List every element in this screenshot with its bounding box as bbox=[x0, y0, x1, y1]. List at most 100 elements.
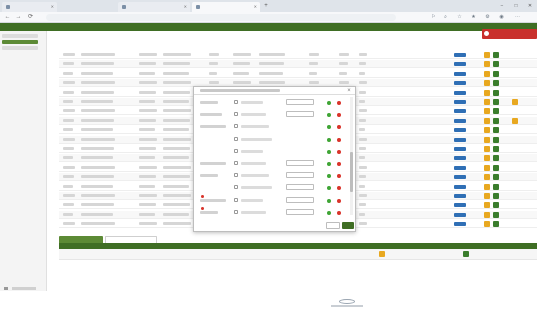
reject-icon[interactable] bbox=[337, 162, 341, 166]
close-icon[interactable]: ✕ bbox=[254, 2, 257, 12]
view-button[interactable] bbox=[493, 108, 499, 115]
edit-button[interactable] bbox=[484, 146, 490, 152]
modal-row-input[interactable] bbox=[286, 111, 314, 118]
row-checkbox[interactable] bbox=[234, 148, 238, 153]
view-button[interactable] bbox=[493, 193, 499, 199]
approve-icon[interactable] bbox=[327, 149, 331, 154]
table-row[interactable] bbox=[59, 51, 537, 59]
reject-icon[interactable] bbox=[337, 137, 341, 142]
close-window-button[interactable]: ✕ bbox=[523, 1, 537, 11]
tab-active[interactable] bbox=[59, 236, 103, 243]
row-checkbox[interactable] bbox=[234, 112, 238, 117]
edit-button[interactable] bbox=[484, 80, 490, 87]
sidebar-item[interactable] bbox=[2, 34, 38, 38]
edit-button[interactable] bbox=[484, 155, 490, 162]
menu-icon[interactable]: ⋯ bbox=[514, 14, 521, 21]
reject-icon[interactable] bbox=[337, 101, 341, 105]
row-checkbox[interactable] bbox=[234, 161, 238, 165]
row-checkbox[interactable] bbox=[234, 136, 238, 141]
reject-icon[interactable] bbox=[337, 149, 341, 154]
view-button[interactable] bbox=[493, 211, 499, 218]
view-button[interactable] bbox=[493, 80, 499, 87]
approve-icon[interactable] bbox=[327, 113, 331, 118]
new-tab-button[interactable]: + bbox=[262, 2, 270, 10]
edit-button[interactable] bbox=[484, 183, 490, 190]
edit-button[interactable] bbox=[379, 251, 385, 257]
approve-icon[interactable] bbox=[327, 210, 331, 215]
view-button[interactable] bbox=[493, 183, 499, 190]
maximize-button[interactable]: □ bbox=[509, 1, 523, 11]
view-button[interactable] bbox=[493, 70, 499, 77]
modal-row-input[interactable] bbox=[286, 208, 314, 215]
row-checkbox[interactable] bbox=[234, 124, 238, 129]
sidebar-item[interactable] bbox=[2, 46, 38, 50]
edit-button[interactable] bbox=[484, 99, 490, 105]
view-button[interactable] bbox=[493, 155, 499, 162]
view-button[interactable] bbox=[463, 251, 469, 257]
view-button[interactable] bbox=[493, 164, 499, 171]
scrollbar-thumb[interactable] bbox=[350, 152, 353, 192]
profile-icon[interactable]: ◉ bbox=[498, 14, 505, 21]
approve-icon[interactable] bbox=[327, 186, 331, 191]
modal-row-input[interactable] bbox=[286, 184, 314, 191]
forward-arrow-icon[interactable]: → bbox=[14, 13, 23, 22]
translate-icon[interactable]: ⚐ bbox=[430, 14, 437, 21]
minimize-button[interactable]: − bbox=[495, 1, 509, 11]
reject-icon[interactable] bbox=[337, 113, 341, 118]
edit-button[interactable] bbox=[484, 221, 490, 228]
view-button[interactable] bbox=[493, 52, 499, 58]
modal-row-input[interactable] bbox=[286, 172, 314, 179]
approve-icon[interactable] bbox=[327, 137, 331, 142]
url-input[interactable] bbox=[46, 14, 396, 21]
edit-button[interactable] bbox=[484, 89, 490, 96]
modal-row-input[interactable] bbox=[286, 99, 314, 105]
view-button[interactable] bbox=[493, 136, 499, 143]
view-button[interactable] bbox=[493, 61, 499, 68]
edit-button[interactable] bbox=[484, 52, 490, 58]
edit-button[interactable] bbox=[484, 108, 490, 115]
approve-icon[interactable] bbox=[327, 101, 331, 105]
close-icon[interactable]: × bbox=[345, 87, 353, 95]
close-icon[interactable]: ✕ bbox=[51, 2, 54, 12]
reject-icon[interactable] bbox=[337, 186, 341, 191]
ok-button[interactable] bbox=[342, 222, 354, 229]
star-icon[interactable]: ☆ bbox=[456, 14, 463, 21]
reject-icon[interactable] bbox=[337, 198, 341, 203]
table-row[interactable] bbox=[59, 70, 537, 78]
edit-button[interactable] bbox=[484, 164, 490, 171]
browser-tab[interactable]: ✕ bbox=[118, 2, 190, 12]
row-checkbox[interactable] bbox=[234, 185, 238, 190]
edit-button[interactable] bbox=[484, 202, 490, 209]
view-button[interactable] bbox=[493, 202, 499, 209]
reload-icon[interactable]: ⟳ bbox=[26, 13, 35, 22]
reject-icon[interactable] bbox=[337, 210, 341, 215]
browser-tab-active[interactable]: ✕ bbox=[192, 2, 260, 12]
cancel-button[interactable] bbox=[326, 222, 340, 229]
sidebar-item-active[interactable] bbox=[2, 40, 38, 44]
edit-button[interactable] bbox=[484, 127, 490, 134]
extra-action-button[interactable] bbox=[512, 117, 518, 124]
edit-button[interactable] bbox=[484, 193, 490, 199]
approve-icon[interactable] bbox=[327, 162, 331, 166]
settings-icon[interactable]: ⚙ bbox=[484, 14, 491, 21]
reject-icon[interactable] bbox=[337, 125, 341, 130]
tab-inactive[interactable] bbox=[105, 236, 157, 243]
table-row[interactable] bbox=[59, 60, 537, 69]
edit-button[interactable] bbox=[484, 61, 490, 68]
back-arrow-icon[interactable]: ← bbox=[3, 13, 12, 22]
favorites-icon[interactable]: ★ bbox=[470, 14, 477, 21]
view-button[interactable] bbox=[493, 146, 499, 152]
modal-scrollbar[interactable] bbox=[350, 97, 353, 215]
edit-button[interactable] bbox=[484, 174, 490, 181]
zoom-icon[interactable]: ⌕ bbox=[442, 14, 449, 21]
row-checkbox[interactable] bbox=[234, 209, 238, 214]
view-button[interactable] bbox=[493, 117, 499, 124]
edit-button[interactable] bbox=[484, 136, 490, 143]
edit-button[interactable] bbox=[484, 211, 490, 218]
modal-row-input[interactable] bbox=[286, 196, 314, 203]
view-button[interactable] bbox=[493, 174, 499, 181]
view-button[interactable] bbox=[493, 99, 499, 105]
alert-banner[interactable] bbox=[482, 29, 537, 39]
reject-icon[interactable] bbox=[337, 174, 341, 179]
edit-button[interactable] bbox=[484, 117, 490, 124]
